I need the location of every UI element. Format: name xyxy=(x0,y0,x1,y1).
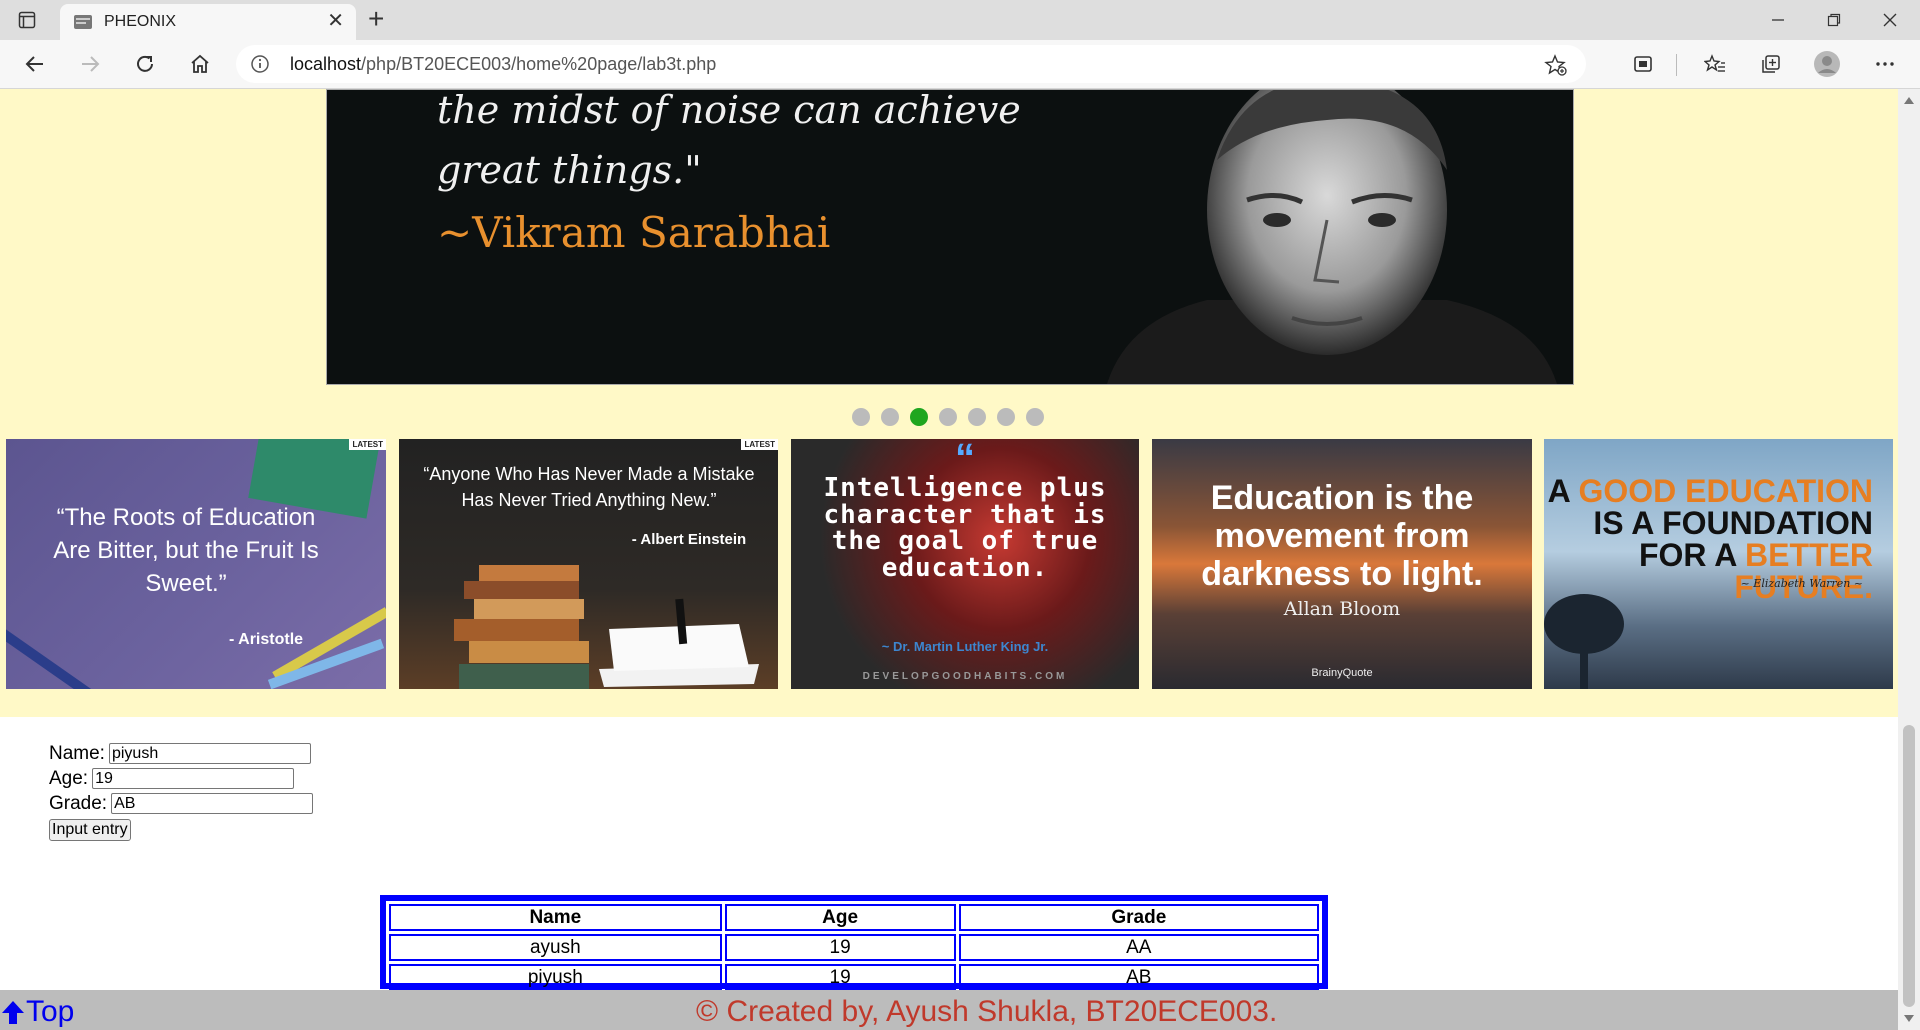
input-entry-button[interactable]: Input entry xyxy=(49,819,131,841)
slideshow-dot[interactable] xyxy=(1026,408,1044,426)
slideshow-dot[interactable] xyxy=(968,408,986,426)
column-header-grade: Grade xyxy=(958,904,1319,931)
site-info-icon[interactable] xyxy=(250,54,270,74)
reload-icon[interactable] xyxy=(131,50,159,78)
card-quote: Education is the movement from darkness … xyxy=(1201,479,1483,593)
pencil-decoration xyxy=(6,626,126,689)
vertical-scrollbar[interactable] xyxy=(1898,89,1920,1030)
extensions-icon[interactable] xyxy=(1630,51,1656,77)
column-header-name: Name xyxy=(389,904,722,931)
card-quote: Intelligence plus character that is the … xyxy=(823,473,1107,583)
quote-mark-icon: “ xyxy=(955,439,975,480)
name-label: Name: xyxy=(49,742,105,764)
card-author: ~ Dr. Martin Luther King Jr. xyxy=(881,639,1049,654)
top-link-label: Top xyxy=(26,995,75,1028)
scroll-up-icon[interactable] xyxy=(1904,97,1914,104)
back-icon[interactable] xyxy=(21,50,49,78)
arrow-up-icon xyxy=(2,1001,24,1024)
card-author: Allan Bloom xyxy=(1283,598,1401,620)
credits-text: © Created by, Ayush Shukla, BT20ECE003. xyxy=(696,995,1278,1028)
url-host: localhost xyxy=(290,54,362,74)
slide-quote-line-1: the midst of noise can achieve xyxy=(437,89,1021,132)
scrollbar-thumb[interactable] xyxy=(1903,725,1915,1007)
cell-age: 19 xyxy=(724,964,956,991)
slide-quote-author: ~Vikram Sarabhai xyxy=(437,208,831,257)
portrait-image xyxy=(1107,90,1557,384)
cell-grade: AA xyxy=(958,934,1319,961)
scroll-down-icon[interactable] xyxy=(1904,1015,1914,1022)
close-window-icon[interactable] xyxy=(1870,6,1910,34)
minimize-icon[interactable] xyxy=(1758,6,1798,34)
latest-badge: LATEST xyxy=(349,439,386,450)
card-quote-highlight: BETTER FUTURE. xyxy=(1734,537,1873,605)
column-header-age: Age xyxy=(724,904,956,931)
card-quote: “The Roots of Education Are Bitter, but … xyxy=(53,504,319,597)
age-field[interactable] xyxy=(92,768,295,789)
top-link[interactable]: Top xyxy=(0,995,74,1029)
add-favorite-icon[interactable] xyxy=(1544,53,1568,77)
card-author: - Aristotle xyxy=(228,631,304,648)
quote-card-bloom: Education is the movement from darkness … xyxy=(1152,439,1532,689)
cell-grade: AB xyxy=(958,964,1319,991)
more-menu-icon[interactable] xyxy=(1872,51,1898,77)
card-site: BrainyQuote xyxy=(1311,667,1373,679)
home-icon[interactable] xyxy=(186,50,214,78)
tab-bar: PHEONIX ✕ + xyxy=(0,0,1920,40)
quote-card-aristotle: LATEST “The Roots of Education Are Bitte… xyxy=(6,439,386,689)
toolbar-divider xyxy=(1676,54,1677,76)
entry-form: Name: Age: Grade: Input entry xyxy=(49,741,314,841)
slideshow-dot[interactable] xyxy=(852,408,870,426)
card-quote-part: FOR A xyxy=(1638,537,1745,573)
page-favicon-icon xyxy=(74,15,92,29)
card-quote: “Anyone Who Has Never Made a Mistake Has… xyxy=(423,464,755,510)
profile-avatar-icon[interactable] xyxy=(1814,51,1840,77)
slideshow-dot[interactable] xyxy=(939,408,957,426)
browser-tab[interactable]: PHEONIX ✕ xyxy=(60,4,356,40)
quote-card-einstein: LATEST “Anyone Who Has Never Made a Mist… xyxy=(399,439,778,689)
cell-name: piyush xyxy=(389,964,722,991)
card-author: - Albert Einstein xyxy=(631,531,747,548)
cell-name: ayush xyxy=(389,934,722,961)
age-label: Age: xyxy=(49,767,89,789)
cell-age: 19 xyxy=(724,934,956,961)
latest-badge: LATEST xyxy=(741,439,778,450)
grades-table: Name Age Grade ayush 19 AA piyush 19 AB xyxy=(380,895,1328,991)
url-path: /php/BT20ECE003/home%20page/lab3t.php xyxy=(361,54,717,74)
quote-card-warren: A GOOD EDUCATION IS A FOUNDATION FOR A B… xyxy=(1544,439,1893,689)
quote-card-mlk: “ Intelligence plus character that is th… xyxy=(791,439,1139,689)
name-field[interactable] xyxy=(108,743,311,764)
grade-label: Grade: xyxy=(49,792,108,814)
slide-quote-line-2: great things." xyxy=(437,148,702,192)
forward-icon[interactable] xyxy=(76,50,104,78)
browser-toolbar: localhost/php/BT20ECE003/home%20page/lab… xyxy=(0,40,1920,89)
slideshow-image: the midst of noise can achieve great thi… xyxy=(326,89,1574,385)
card-quote-highlight: GOOD EDUCATION xyxy=(1578,473,1873,509)
tab-actions-icon[interactable] xyxy=(16,9,38,31)
card-quote-part: A xyxy=(1547,473,1579,509)
url-text: localhost/php/BT20ECE003/home%20page/lab… xyxy=(290,54,716,75)
slideshow-dot[interactable] xyxy=(997,408,1015,426)
table-row: piyush 19 AB xyxy=(389,964,1319,991)
address-bar[interactable]: localhost/php/BT20ECE003/home%20page/lab… xyxy=(236,45,1586,83)
books-illustration xyxy=(454,565,759,689)
card-author: ~ Elizabeth Warren ~ xyxy=(1740,577,1863,590)
slideshow-dot[interactable] xyxy=(881,408,899,426)
tab-title: PHEONIX xyxy=(104,13,177,30)
grade-field[interactable] xyxy=(111,793,314,814)
favorites-icon[interactable] xyxy=(1702,51,1728,77)
restore-icon[interactable] xyxy=(1814,6,1854,34)
table-row: ayush 19 AA xyxy=(389,934,1319,961)
collections-icon[interactable] xyxy=(1758,51,1784,77)
card-quote-part: IS A FOUNDATION xyxy=(1593,505,1873,541)
close-tab-icon[interactable]: ✕ xyxy=(327,11,344,31)
page-footer: Top © Created by, Ayush Shukla, BT20ECE0… xyxy=(0,990,1898,1030)
slideshow-dot[interactable] xyxy=(910,408,928,426)
card-site: DEVELOPGOODHABITS.COM xyxy=(862,671,1068,682)
page-viewport: the midst of noise can achieve great thi… xyxy=(0,89,1898,1030)
gallery-section: the midst of noise can achieve great thi… xyxy=(0,89,1898,717)
new-tab-icon[interactable]: + xyxy=(368,5,384,33)
